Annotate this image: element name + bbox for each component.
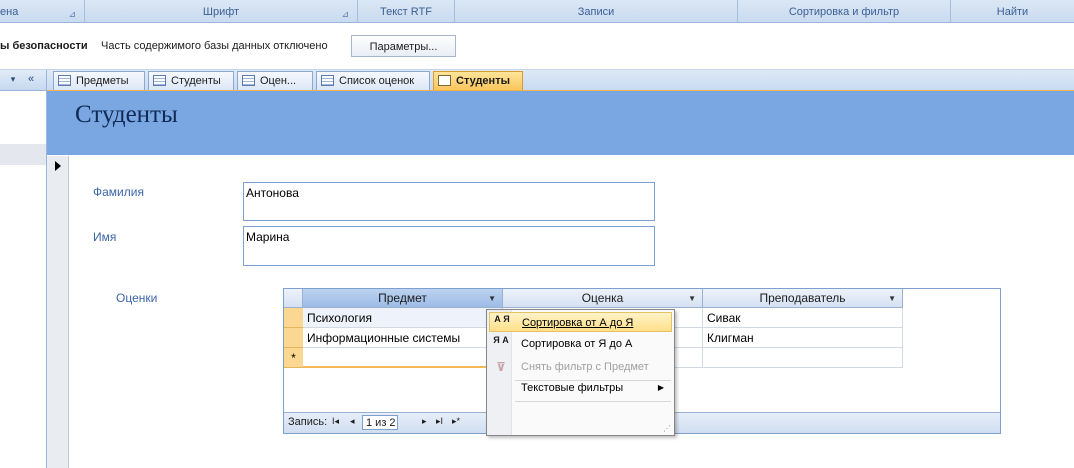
- table-cell[interactable]: Клигман: [703, 328, 903, 348]
- column-header-ocenka[interactable]: Оценка ▼: [503, 289, 703, 308]
- table-cell[interactable]: Информационные системы: [303, 328, 503, 348]
- sort-ascending-icon: А Я: [494, 314, 510, 324]
- menu-item-label: Сортировка от Я до А: [521, 338, 633, 350]
- table-cell[interactable]: Сивак: [703, 308, 903, 328]
- name-label: Имя: [93, 230, 117, 244]
- row-selector[interactable]: [284, 328, 303, 348]
- security-message-bar: ы безопасности Часть содержимого базы да…: [0, 23, 1074, 70]
- column-header-label: Преподаватель: [759, 291, 846, 305]
- record-selector[interactable]: [47, 156, 69, 468]
- ribbon-group-find: Найти: [951, 0, 1074, 22]
- menu-item-clear-filter[interactable]: ⊽ Снять фильтр с Предмет: [489, 357, 672, 377]
- tab-predmety[interactable]: Предметы: [53, 71, 145, 90]
- column-dropdown-icon[interactable]: ▼: [688, 289, 696, 308]
- first-record-button[interactable]: I◂: [332, 416, 339, 427]
- column-header-predmet[interactable]: Предмет ▼: [303, 289, 503, 308]
- tab-studenty-form[interactable]: Студенты: [433, 71, 523, 90]
- form-title: Студенты: [75, 101, 178, 128]
- current-record-field[interactable]: 1 из 2: [362, 415, 398, 430]
- ribbon-group-label: Сортировка и фильтр: [788, 6, 900, 18]
- ribbon-group-clipboard: ена ⊿: [0, 0, 85, 22]
- ribbon-group-label: Текст RTF: [380, 6, 432, 18]
- navigation-pane-header: ▾ «: [0, 70, 46, 91]
- table-icon: [58, 75, 71, 86]
- form-header: Студенты: [47, 91, 1074, 155]
- ribbon-group-label: Найти: [996, 6, 1029, 18]
- last-record-button[interactable]: ▸I: [436, 416, 443, 427]
- tab-label: Предметы: [76, 75, 129, 87]
- current-record-arrow-icon: [55, 161, 61, 171]
- tab-label: Студенты: [456, 75, 510, 87]
- surname-field[interactable]: Антонова: [243, 182, 655, 221]
- select-all-corner[interactable]: [284, 289, 303, 308]
- security-warning-label: ы безопасности: [0, 40, 88, 52]
- table-cell[interactable]: [303, 348, 503, 368]
- ribbon-group-label: ена: [0, 6, 19, 18]
- document-tab-strip: Предметы Студенты Оцен... Список оценок …: [47, 70, 1074, 91]
- row-selector[interactable]: [284, 308, 303, 328]
- ribbon-group-sort-filter: Сортировка и фильтр: [738, 0, 951, 22]
- column-header-label: Предмет: [378, 291, 427, 305]
- tab-label: Студенты: [171, 75, 221, 87]
- ribbon-group-label: Записи: [577, 6, 615, 18]
- column-context-menu: А Я Сортировка от А до Я Я А Сортировка …: [486, 309, 675, 436]
- next-record-button[interactable]: ▸: [422, 416, 427, 427]
- menu-item-label: Снять фильтр с Предмет: [521, 361, 649, 373]
- security-message-text: Часть содержимого базы данных отключено: [101, 40, 328, 52]
- nav-dropdown-icon[interactable]: ▾: [6, 73, 20, 86]
- ribbon-group-label: Шрифт: [202, 6, 240, 18]
- grades-subform-label: Оценки: [116, 291, 158, 305]
- clear-filter-icon: ⊽: [496, 360, 506, 374]
- name-field[interactable]: Марина: [243, 226, 655, 266]
- table-cell[interactable]: [703, 348, 903, 368]
- navigation-pane: ▾ «: [0, 70, 47, 468]
- nav-shutter-icon[interactable]: «: [28, 73, 34, 85]
- submenu-arrow-icon: ▶: [657, 383, 664, 392]
- ribbon-group-labels: ена ⊿ Шрифт ⊿ Текст RTF Записи Сортировк…: [0, 0, 1074, 23]
- surname-label: Фамилия: [93, 185, 144, 199]
- column-header-prepodavatel[interactable]: Преподаватель ▼: [703, 289, 903, 308]
- ribbon-group-font: Шрифт ⊿: [85, 0, 358, 22]
- column-dropdown-icon[interactable]: ▼: [488, 289, 496, 308]
- table-cell[interactable]: Психология: [303, 308, 503, 328]
- ribbon-group-records: Записи: [455, 0, 738, 22]
- table-icon: [242, 75, 255, 86]
- options-button[interactable]: Параметры...: [351, 35, 456, 57]
- ribbon-group-rich-text: Текст RTF: [358, 0, 455, 22]
- previous-record-button[interactable]: ◂: [350, 416, 355, 427]
- menu-item-sort-z-to-a[interactable]: Я А Сортировка от Я до А: [489, 334, 672, 354]
- tab-spisok-ocenok[interactable]: Список оценок: [316, 71, 430, 90]
- form-icon: [438, 75, 451, 86]
- column-dropdown-icon[interactable]: ▼: [888, 289, 896, 308]
- nav-selected-item[interactable]: [0, 144, 46, 165]
- table-icon: [153, 75, 166, 86]
- record-label: Запись:: [288, 416, 328, 428]
- menu-item-label: Сортировка от А до Я: [522, 317, 634, 329]
- tab-label: Оцен...: [260, 75, 297, 87]
- menu-item-text-filters[interactable]: Текстовые фильтры ▶: [489, 378, 672, 398]
- new-record-button[interactable]: ▸*: [452, 416, 460, 427]
- new-record-marker[interactable]: *: [284, 348, 303, 368]
- tab-studenty-table[interactable]: Студенты: [148, 71, 234, 90]
- table-icon: [321, 75, 334, 86]
- column-header-label: Оценка: [581, 291, 624, 305]
- sort-descending-icon: Я А: [493, 335, 509, 345]
- menu-item-label: Текстовые фильтры: [521, 382, 624, 394]
- resize-grip-icon[interactable]: ⋰: [663, 424, 671, 433]
- menu-separator: [515, 401, 671, 402]
- tab-label: Список оценок: [339, 75, 415, 87]
- menu-item-sort-a-to-z[interactable]: А Я Сортировка от А до Я: [489, 312, 672, 332]
- tab-ocenki[interactable]: Оцен...: [237, 71, 313, 90]
